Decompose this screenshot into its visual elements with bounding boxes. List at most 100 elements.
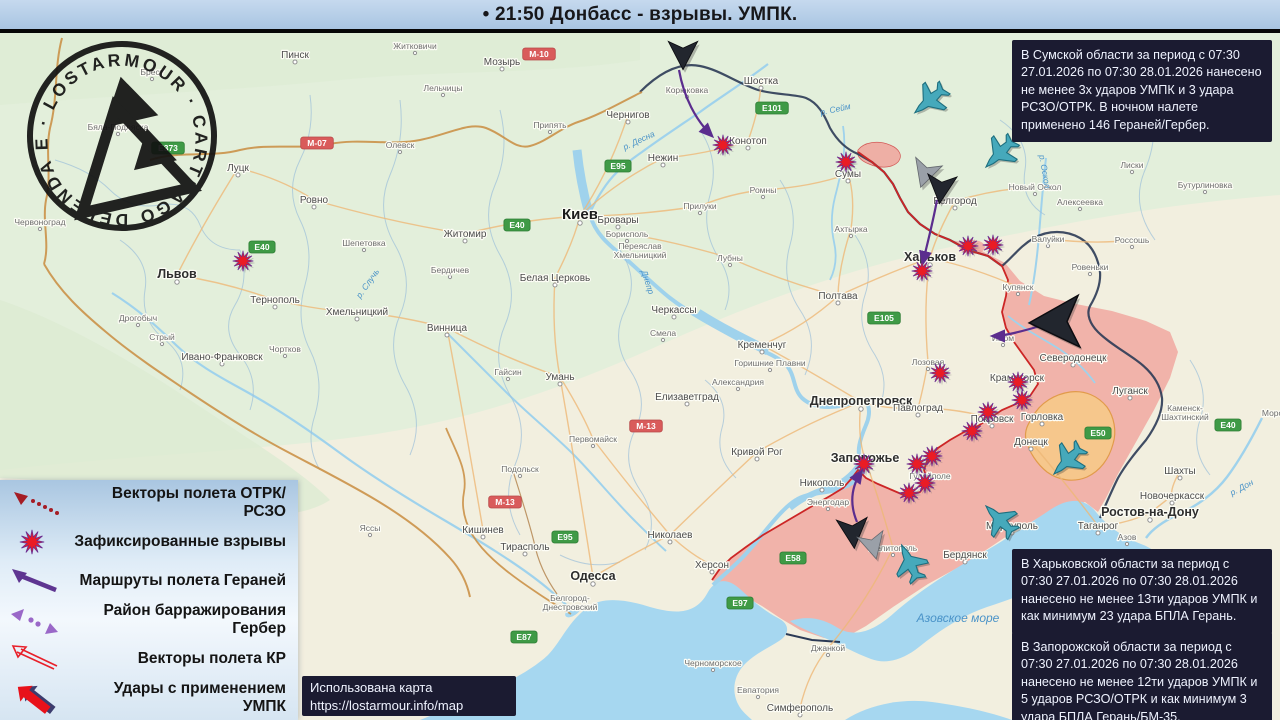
svg-text:М-13: М-13 (495, 497, 515, 507)
city-dot (660, 337, 666, 343)
svg-text:E50: E50 (1090, 428, 1105, 438)
kr-vector-icon (11, 644, 58, 670)
city-dot (1000, 342, 1006, 348)
legend-item-geran-routes: Маршруты полета Гераней (0, 561, 298, 600)
city-dot (1087, 271, 1093, 277)
svg-text:E95: E95 (557, 532, 572, 542)
city-label: Морозовск (1262, 408, 1280, 418)
city-label: Шахты (1164, 466, 1195, 477)
city-label: Алексеевка (1057, 197, 1103, 207)
city-label: Олевск (386, 140, 415, 150)
road-badge: E101 (755, 101, 789, 115)
city-label: Винница (427, 323, 468, 334)
city-label: Бердянск (943, 550, 987, 561)
city-label: Лельчицы (424, 83, 463, 93)
umpk-strike-icon (17, 685, 56, 714)
city-label: Ахтырка (834, 224, 867, 234)
geran-route-icon (12, 568, 57, 592)
info-box-sumy: В Сумской области за период с 07:30 27.0… (1012, 40, 1272, 142)
city-label: Каменск-Шахтинский (1161, 403, 1209, 422)
city-label: Бутурлиновка (1178, 180, 1233, 190)
city-label: Николаев (648, 530, 693, 541)
city-dot (890, 552, 896, 558)
info-box-kharkiv: В Харьковской области за период с 07:30 … (1012, 549, 1272, 634)
road-badge: E97 (726, 596, 754, 610)
title-bar: • 21:50 Донбасс - взрывы. УМПК. (0, 0, 1280, 29)
city-label: Конотоп (729, 136, 767, 147)
svg-text:E97: E97 (732, 598, 747, 608)
map-credit-box: Использована карта https://lostarmour.in… (302, 676, 516, 716)
city-label: Дрогобыч (119, 313, 157, 323)
legend-item-umpk-strikes: Удары с применением УМПК (0, 678, 298, 717)
city-dot (517, 473, 523, 479)
city-label: Одесса (570, 569, 616, 583)
city-dot (1015, 291, 1021, 297)
road-badge: E40 (248, 240, 276, 254)
city-label: Луцк (227, 163, 249, 174)
city-dot (505, 376, 511, 382)
lostarmour-stamp-icon: · LOSTARMOUR · CARTHAGO DELENDA EST (0, 3, 230, 252)
road-badge: E40 (503, 218, 531, 232)
svg-text:E58: E58 (785, 553, 800, 563)
city-label: Симферополь (767, 702, 833, 714)
gerber-area-icon (11, 608, 58, 634)
screenshot-stage: E40 E40 E95 E101 E105 E50 E40 E58 E97 E87 E95 E373 М… (0, 0, 1280, 720)
city-label: Ровно (300, 195, 329, 206)
svg-text:E101: E101 (762, 103, 782, 113)
city-label: Бердичев (431, 265, 470, 275)
road-badge: E95 (551, 530, 579, 544)
city-dot (1202, 189, 1208, 195)
title-text: • 21:50 Донбасс - взрывы. УМПК. (482, 3, 798, 25)
info-box-zaporozhye: В Запорожской области за период с 07:30 … (1012, 632, 1272, 720)
explosion-icon (19, 528, 45, 555)
city-label: Житомир (444, 229, 487, 240)
city-dot (367, 532, 373, 538)
svg-text:М-07: М-07 (307, 138, 327, 148)
city-dot (440, 92, 446, 98)
city-dot (925, 366, 931, 372)
road-badge: E105 (867, 311, 901, 325)
road-badge: E50 (1084, 426, 1112, 440)
svg-text:E95: E95 (610, 161, 625, 171)
city-dot (159, 341, 165, 347)
city-dot (590, 443, 596, 449)
city-label: Прилуки (683, 201, 717, 211)
city-label: Киев (562, 206, 598, 223)
city-label: Нежин (648, 153, 678, 164)
city-label: Шепетовка (342, 238, 386, 248)
svg-text:М-13: М-13 (636, 421, 656, 431)
city-dot (710, 667, 716, 673)
city-dot (282, 353, 288, 359)
city-label: Энергодар (807, 497, 849, 507)
svg-text:E87: E87 (516, 632, 531, 642)
info-text-sumy: В Сумской области за период с 07:30 27.0… (1021, 48, 1262, 132)
city-dot (767, 367, 773, 373)
city-label: Подольск (501, 464, 539, 474)
city-label: Белая Церковь (520, 273, 590, 284)
city-label: Кременчуг (738, 340, 787, 351)
city-label: Россошь (1115, 235, 1150, 245)
road-badge: E58 (779, 551, 807, 565)
legend-label: Зафиксированные взрывы (74, 532, 286, 550)
city-label: Джанкой (811, 643, 845, 653)
city-label: Первомайск (569, 434, 617, 444)
city-label: Лиски (1120, 160, 1143, 170)
city-label: Умань (545, 372, 574, 383)
city-dot (727, 262, 733, 268)
city-label: Смела (650, 328, 676, 338)
svg-text:E40: E40 (509, 220, 524, 230)
info-text-kharkiv: В Харьковской области за период с 07:30 … (1021, 557, 1258, 624)
city-dot (447, 274, 453, 280)
city-label: Никополь (800, 478, 845, 489)
city-dot (697, 210, 703, 216)
city-label: Ивано-Франковск (181, 352, 263, 363)
city-label: Луганск (1112, 386, 1148, 397)
city-label: Чернигов (606, 110, 649, 121)
legend-label: Район барражирования Гербер (103, 601, 286, 637)
water-label: Азовское море (916, 611, 1000, 625)
city-dot (848, 233, 854, 239)
city-label: Лубны (717, 253, 743, 263)
city-label: Мозырь (484, 57, 520, 68)
legend-label: Векторы полета ОТРК/РСЗО (111, 484, 286, 520)
otrk-vector-icon (14, 491, 59, 515)
